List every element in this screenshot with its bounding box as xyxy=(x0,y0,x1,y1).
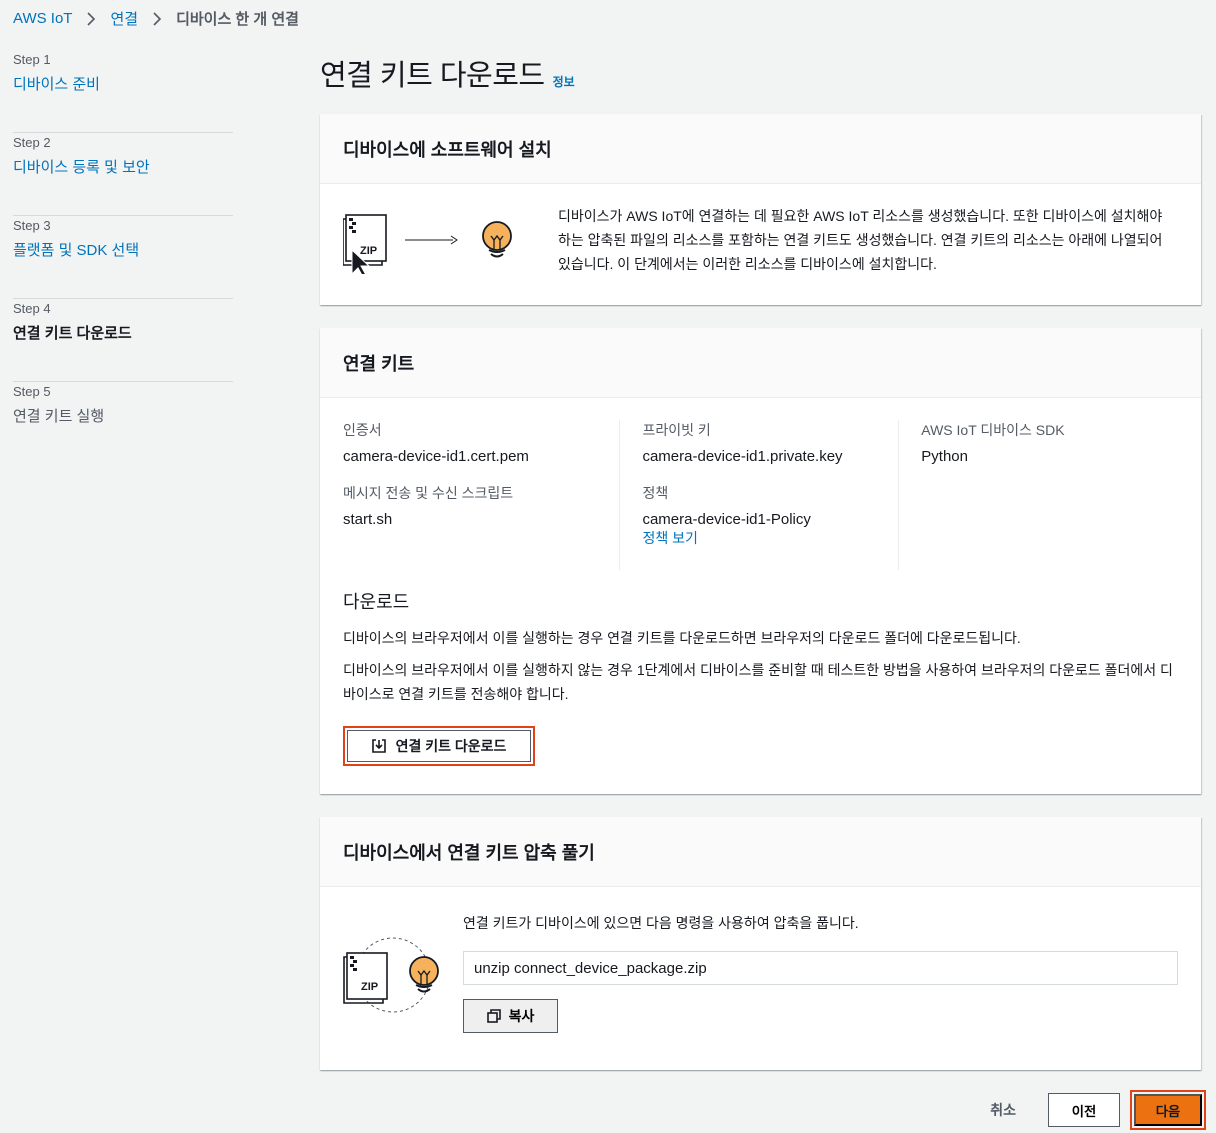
download-text-2: 디바이스의 브라우저에서 이를 실행하지 않는 경우 1단계에서 디바이스를 준… xyxy=(343,662,1173,702)
zip-to-bulb-illustration: ZIP xyxy=(342,214,512,278)
step-number: Step 5 xyxy=(13,384,51,399)
panel-title: 연결 키트 xyxy=(320,328,1201,398)
private-key-value: camera-device-id1.private.key xyxy=(642,448,843,465)
download-button-highlight: 연결 키트 다운로드 xyxy=(343,726,535,766)
lightbulb-icon xyxy=(409,956,439,993)
sdk-value: Python xyxy=(921,448,968,465)
download-kit-button-label: 연결 키트 다운로드 xyxy=(395,738,507,754)
unzip-kit-panel: 디바이스에서 연결 키트 압축 풀기 ZIP 연결 키트가 디바이스에 있으면 … xyxy=(320,817,1201,1070)
download-kit-button[interactable]: 연결 키트 다운로드 xyxy=(347,730,531,762)
zip-file-icon: ZIP xyxy=(343,952,388,1004)
step-number: Step 2 xyxy=(13,135,51,150)
chevron-right-icon xyxy=(153,11,162,26)
arrow-right-icon xyxy=(405,235,458,245)
download-heading: 다운로드 xyxy=(343,592,410,612)
kit-column-3: AWS IoT 디바이스 SDK Python xyxy=(899,420,1178,570)
script-value: start.sh xyxy=(343,511,393,528)
chevron-right-icon xyxy=(87,11,96,26)
wizard-actions: 취소 이전 다음 xyxy=(990,1090,1206,1130)
svg-text:ZIP: ZIP xyxy=(360,245,377,257)
step-number: Step 1 xyxy=(13,52,51,67)
step-5-label: 연결 키트 실행 xyxy=(13,408,105,425)
lightbulb-icon xyxy=(482,221,512,258)
step-3: Step 3 플랫폼 및 SDK 선택 xyxy=(13,216,233,299)
connection-kit-panel: 연결 키트 인증서 camera-device-id1.cert.pem 메시지… xyxy=(320,328,1201,794)
wizard-steps: Step 1 디바이스 준비 Step 2 디바이스 등록 및 보안 Step … xyxy=(13,50,233,465)
step-4: Step 4 연결 키트 다운로드 xyxy=(13,299,233,382)
unzip-command[interactable]: unzip connect_device_package.zip xyxy=(463,951,1178,985)
panel-title: 디바이스에 소프트웨어 설치 xyxy=(320,114,1201,184)
cert-label: 인증서 xyxy=(343,422,382,438)
download-text-1: 디바이스의 브라우저에서 이를 실행하는 경우 연결 키트를 다운로드하면 브라… xyxy=(343,630,1021,646)
svg-text:ZIP: ZIP xyxy=(361,981,378,993)
zip-bulb-cycle-illustration: ZIP xyxy=(343,937,439,1013)
copy-button-label: 복사 xyxy=(508,1008,535,1024)
step-number: Step 3 xyxy=(13,218,51,233)
page-title: 연결 키트 다운로드 xyxy=(320,60,545,92)
cancel-button[interactable]: 취소 xyxy=(990,1100,1016,1120)
policy-label: 정책 xyxy=(642,485,669,501)
next-button[interactable]: 다음 xyxy=(1134,1094,1202,1126)
step-number: Step 4 xyxy=(13,301,51,316)
breadcrumb-connect[interactable]: 연결 xyxy=(110,8,138,29)
info-link[interactable]: 정보 xyxy=(553,73,575,90)
step-1-link[interactable]: 디바이스 준비 xyxy=(13,76,100,93)
install-software-panel: 디바이스에 소프트웨어 설치 ZIP 디바이스가 AWS IoT에 연결하는 데… xyxy=(320,114,1201,305)
step-2-link[interactable]: 디바이스 등록 및 보안 xyxy=(13,159,150,176)
copy-button[interactable]: 복사 xyxy=(463,999,558,1033)
sdk-label: AWS IoT 디바이스 SDK xyxy=(921,422,1065,438)
panel-title: 디바이스에서 연결 키트 압축 풀기 xyxy=(320,817,1201,887)
cert-value: camera-device-id1.cert.pem xyxy=(343,448,529,465)
download-icon xyxy=(371,739,386,753)
view-policy-link[interactable]: 정책 보기 xyxy=(642,530,697,546)
kit-column-1: 인증서 camera-device-id1.cert.pem 메시지 전송 및 … xyxy=(343,420,621,570)
unzip-instructions: 연결 키트가 디바이스에 있으면 다음 명령을 사용하여 압축을 풉니다. un… xyxy=(463,907,1178,1033)
install-description: 디바이스가 AWS IoT에 연결하는 데 필요한 AWS IoT 리소스를 생… xyxy=(558,208,1163,272)
unzip-illustration: ZIP xyxy=(343,935,463,1025)
step-1: Step 1 디바이스 준비 xyxy=(13,50,233,133)
copy-icon xyxy=(486,1009,501,1023)
kit-column-2: 프라이빗 키 camera-device-id1.private.key 정책 … xyxy=(620,420,900,570)
script-label: 메시지 전송 및 수신 스크립트 xyxy=(343,485,514,501)
kit-details: 인증서 camera-device-id1.cert.pem 메시지 전송 및 … xyxy=(343,420,1178,570)
previous-button[interactable]: 이전 xyxy=(1048,1093,1120,1127)
breadcrumb-aws-iot[interactable]: AWS IoT xyxy=(13,10,72,27)
breadcrumb-current: 디바이스 한 개 연결 xyxy=(176,11,299,28)
policy-value: camera-device-id1-Policy xyxy=(642,511,811,528)
zip-file-icon: ZIP xyxy=(342,214,387,278)
step-5: Step 5 연결 키트 실행 xyxy=(13,382,233,465)
install-illustration: ZIP xyxy=(342,204,538,278)
unzip-text: 연결 키트가 디바이스에 있으면 다음 명령을 사용하여 압축을 풉니다. xyxy=(463,915,859,931)
page-header: 연결 키트 다운로드 정보 xyxy=(320,52,575,94)
step-3-link[interactable]: 플랫폼 및 SDK 선택 xyxy=(13,242,139,259)
private-key-label: 프라이빗 키 xyxy=(642,422,711,438)
step-4-label: 연결 키트 다운로드 xyxy=(13,325,132,342)
next-button-highlight: 다음 xyxy=(1130,1090,1206,1130)
breadcrumb: AWS IoT 연결 디바이스 한 개 연결 xyxy=(13,8,299,29)
step-2: Step 2 디바이스 등록 및 보안 xyxy=(13,133,233,216)
